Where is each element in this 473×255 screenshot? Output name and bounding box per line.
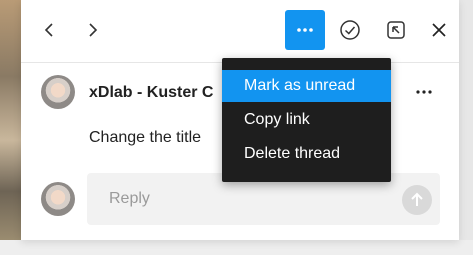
popout-button[interactable] (381, 14, 411, 46)
menu-item-mark-as-unread[interactable]: Mark as unread (222, 70, 391, 102)
comment-more-button[interactable] (413, 82, 435, 102)
thread-options-menu: Mark as unread Copy link Delete thread (222, 58, 391, 182)
avatar (41, 75, 75, 109)
close-icon (432, 23, 446, 37)
more-horizontal-icon (416, 90, 432, 94)
menu-item-copy-link[interactable]: Copy link (222, 104, 391, 136)
background-bottom-strip (0, 240, 473, 255)
close-button[interactable] (424, 14, 454, 46)
thread-more-button[interactable] (285, 10, 325, 50)
forward-button[interactable] (83, 18, 103, 42)
arrow-up-icon (411, 192, 423, 206)
comment-author: xDlab - Kuster C (89, 84, 214, 101)
chevron-left-icon (44, 23, 53, 37)
background-right-strip (459, 0, 473, 255)
resolve-button[interactable] (335, 14, 365, 46)
send-reply-button[interactable] (402, 185, 432, 215)
comment-text: Change the title (89, 129, 202, 146)
menu-item-delete-thread[interactable]: Delete thread (222, 138, 391, 170)
comment-thread-panel: xDlab - Kuster C Change the title Mark a… (21, 0, 459, 240)
popout-icon (387, 21, 405, 39)
chevron-right-icon (89, 23, 98, 37)
back-button[interactable] (39, 18, 59, 42)
reply-avatar (41, 182, 75, 216)
background-left-strip (0, 0, 21, 255)
check-circle-icon (340, 20, 360, 40)
more-horizontal-icon (297, 28, 313, 32)
